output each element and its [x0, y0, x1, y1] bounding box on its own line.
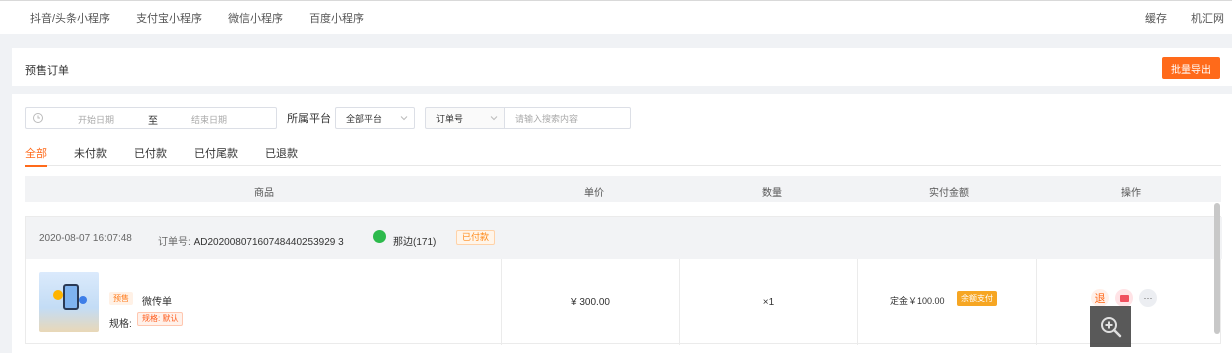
page-header: 预售订单 批量导出	[12, 48, 1232, 86]
platform-nav: 抖音/头条小程序 支付宝小程序 微信小程序 百度小程序	[30, 10, 390, 26]
goods-name[interactable]: 微传单	[142, 293, 172, 308]
page-title: 预售订单	[25, 65, 69, 77]
unit-price-cell: ¥ 300.00	[502, 259, 680, 345]
quantity-cell: ×1	[680, 259, 858, 345]
platform-select[interactable]: 全部平台	[335, 107, 415, 129]
date-range-picker[interactable]: 开始日期 至 结束日期	[25, 107, 277, 129]
batch-export-button[interactable]: 批量导出	[1162, 57, 1220, 79]
search-input[interactable]: 请输入搜索内容	[505, 107, 631, 129]
clock-icon	[33, 113, 43, 123]
order-number: 订单号: AD20200807160748440253929 3	[158, 233, 344, 248]
column-unit-price: 单价	[584, 188, 604, 199]
column-actions: 操作	[1121, 188, 1141, 199]
table-header: 商品 单价 数量 实付金额 操作	[25, 176, 1221, 202]
column-goods: 商品	[254, 188, 274, 199]
refund-button[interactable]: 退	[1091, 289, 1109, 307]
decor-dot	[53, 290, 63, 300]
nav-item-baidu[interactable]: 百度小程序	[309, 10, 364, 26]
vertical-scrollbar[interactable]	[1214, 203, 1220, 334]
deposit-amount: 定金￥100.00	[890, 296, 945, 306]
unit-price: ¥ 300.00	[571, 297, 610, 308]
end-date-input[interactable]: 结束日期	[191, 113, 227, 126]
cache-link[interactable]: 缓存	[1145, 10, 1167, 26]
tab-refunded[interactable]: 已退款	[265, 145, 298, 166]
spec-tag: 规格: 默认	[137, 312, 184, 326]
filter-bar: 开始日期 至 结束日期 所属平台 全部平台 订单号 请输入搜索内容	[25, 107, 631, 129]
wechat-icon	[373, 230, 386, 243]
goods-thumbnail[interactable]	[39, 272, 99, 332]
column-quantity: 数量	[762, 188, 782, 199]
message-icon	[1119, 294, 1129, 302]
date-range-separator: 至	[148, 116, 158, 127]
nav-item-douyin[interactable]: 抖音/头条小程序	[30, 10, 110, 26]
order-time: 2020-08-07 16:07:48	[39, 233, 132, 244]
phone-illustration	[63, 284, 79, 310]
zoom-in-button[interactable]	[1090, 306, 1131, 347]
platform-select-value: 全部平台	[346, 113, 383, 124]
order-body: 预售 微传单 规格: 规格: 默认 ¥ 300.00 ×1 定金￥100.00 …	[26, 259, 1222, 345]
top-nav-bar: 抖音/头条小程序 支付宝小程序 微信小程序 百度小程序 缓存 机汇网	[0, 0, 1232, 34]
order-number-label: 订单号:	[158, 237, 191, 248]
spec-label: 规格:	[109, 319, 132, 330]
presale-tag: 预售	[109, 292, 133, 305]
tab-balance-paid[interactable]: 已付尾款	[194, 145, 238, 166]
goods-cell: 预售 微传单 规格: 规格: 默认	[26, 259, 502, 345]
order-status-tabs: 全部 未付款 已付款 已付尾款 已退款	[25, 145, 1221, 167]
order-row: 2020-08-07 16:07:48 订单号: AD2020080716074…	[25, 216, 1222, 345]
order-header: 2020-08-07 16:07:48 订单号: AD2020080716074…	[26, 217, 1222, 259]
chevron-down-icon	[490, 116, 498, 121]
start-date-input[interactable]: 开始日期	[78, 113, 114, 126]
message-button[interactable]	[1115, 289, 1133, 307]
column-paid-amount: 实付金额	[929, 188, 969, 199]
search-group: 订单号 请输入搜索内容	[425, 107, 631, 129]
nav-item-alipay[interactable]: 支付宝小程序	[136, 10, 202, 26]
tab-unpaid[interactable]: 未付款	[74, 145, 107, 166]
tab-paid[interactable]: 已付款	[134, 145, 167, 166]
status-badge: 已付款	[456, 230, 496, 245]
decor-dot	[79, 296, 87, 304]
site-link[interactable]: 机汇网	[1191, 10, 1224, 26]
buyer-name[interactable]: 那边(171)	[393, 233, 436, 248]
platform-label: 所属平台	[287, 113, 331, 125]
order-number-value: AD20200807160748440253929 3	[193, 237, 344, 248]
orders-panel: 开始日期 至 结束日期 所属平台 全部平台 订单号 请输入搜索内容 全部 未付款…	[12, 94, 1232, 353]
zoom-in-icon	[1100, 316, 1121, 337]
tab-all[interactable]: 全部	[25, 145, 47, 167]
nav-item-wechat[interactable]: 微信小程序	[228, 10, 283, 26]
search-type-select[interactable]: 订单号	[425, 107, 505, 129]
paid-amount-cell: 定金￥100.00 余额支付	[858, 259, 1037, 345]
search-type-value: 订单号	[436, 113, 464, 124]
more-button[interactable]: ···	[1139, 289, 1157, 307]
balance-pay-badge[interactable]: 余额支付	[957, 291, 997, 306]
quantity: ×1	[762, 297, 775, 308]
top-right-links: 缓存 机汇网	[1121, 10, 1224, 26]
chevron-down-icon	[400, 116, 408, 121]
